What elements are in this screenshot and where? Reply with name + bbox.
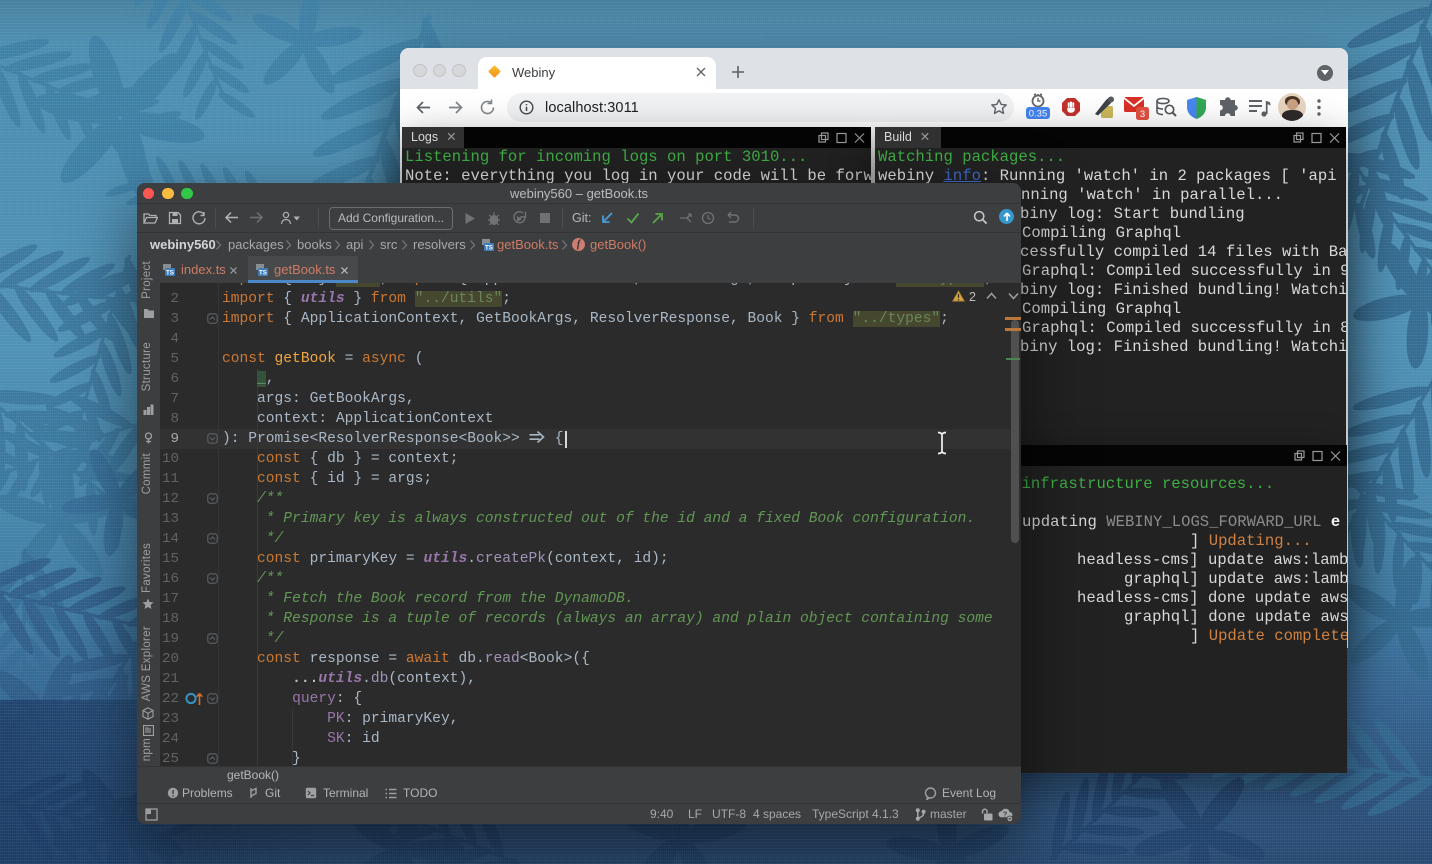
- svg-text:TS: TS: [166, 269, 174, 276]
- svg-text:0.35: 0.35: [1029, 109, 1048, 120]
- svg-text:TS: TS: [259, 269, 267, 276]
- svg-text:3: 3: [1140, 109, 1145, 120]
- svg-text:?: ?: [1003, 809, 1008, 818]
- svg-text:TS: TS: [485, 244, 493, 251]
